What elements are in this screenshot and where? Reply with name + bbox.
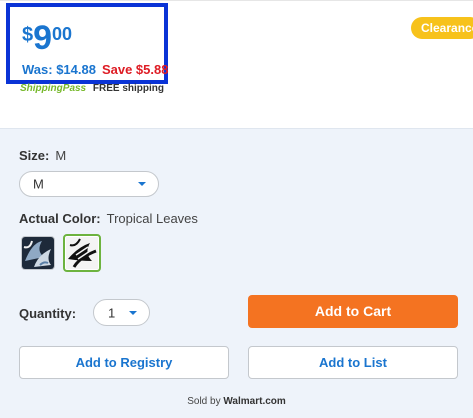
seller-info: Sold by Walmart.com: [0, 396, 473, 407]
color-swatch-dark-tropical[interactable]: [21, 236, 55, 270]
quantity-label: Quantity:: [19, 306, 77, 321]
shipping-info: ShippingPass FREE shipping: [20, 83, 164, 94]
price-section: $900 Was: $14.88 Save $5.88 Clearance Shi…: [0, 0, 473, 128]
color-label: Actual Color:: [19, 211, 101, 226]
price-highlight-box: $900 Was: $14.88 Save $5.88: [6, 3, 168, 84]
color-value: Tropical Leaves: [106, 211, 198, 226]
savings: Save $5.88: [101, 62, 169, 77]
size-value: M: [55, 148, 67, 163]
price-dollars: 9: [33, 19, 53, 57]
add-to-cart-button[interactable]: Add to Cart: [248, 295, 458, 328]
free-shipping-label: FREE shipping: [92, 83, 165, 94]
chevron-down-icon: [138, 182, 146, 186]
current-price: $900: [22, 21, 72, 55]
size-dropdown-value: M: [33, 176, 44, 192]
quantity-dropdown-value: 1: [108, 305, 116, 320]
was-price: Was: $14.88: [22, 62, 96, 77]
quantity-row: Quantity:: [19, 306, 76, 321]
price-comparison: Was: $14.88 Save $5.88: [22, 62, 168, 77]
color-row: Actual Color: Tropical Leaves: [19, 211, 198, 226]
size-dropdown[interactable]: M: [19, 171, 159, 197]
chevron-down-icon: [129, 310, 137, 315]
add-to-list-button[interactable]: Add to List: [248, 346, 458, 379]
size-label: Size:: [19, 148, 50, 163]
sold-by-label: Sold by: [187, 396, 221, 407]
add-to-registry-button[interactable]: Add to Registry: [19, 346, 229, 379]
price-cents: 00: [52, 24, 73, 44]
clearance-badge: Clearance: [411, 17, 473, 39]
seller-name: Walmart.com: [223, 396, 286, 407]
quantity-dropdown[interactable]: 1: [93, 299, 150, 326]
shippingpass-logo: ShippingPass: [20, 83, 87, 94]
color-swatch-tropical-leaves[interactable]: [63, 234, 101, 272]
price-currency: $: [22, 24, 34, 46]
size-row: Size: M: [19, 148, 66, 163]
